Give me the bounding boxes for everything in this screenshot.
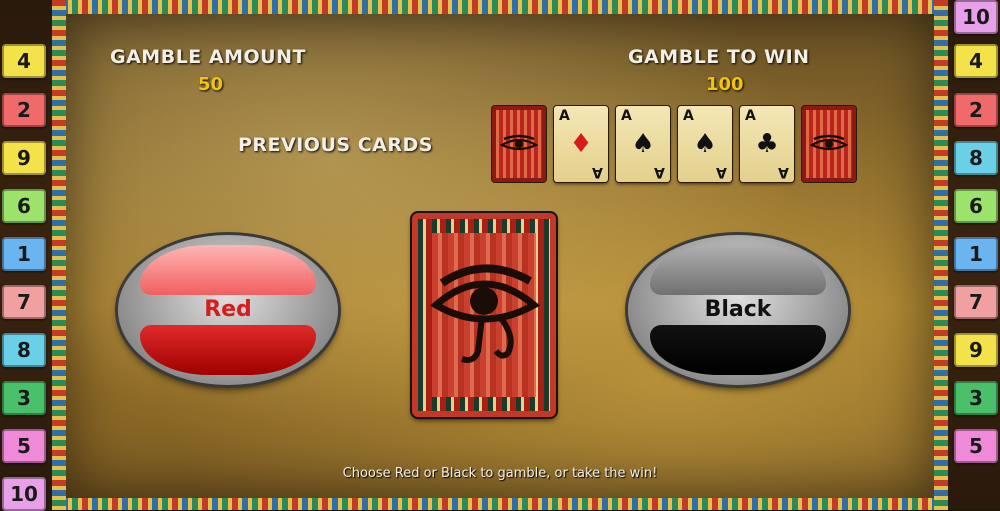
right-line-badge: 7 bbox=[954, 285, 998, 319]
black-button-bottom bbox=[650, 325, 826, 375]
card-rank: A bbox=[559, 108, 570, 124]
black-button-top bbox=[650, 245, 826, 295]
black-button[interactable]: Black bbox=[628, 235, 848, 385]
red-button-label: Red bbox=[204, 297, 252, 322]
left-line-badge: 3 bbox=[2, 381, 46, 415]
card-rank: A bbox=[683, 108, 694, 124]
left-line-badge: 5 bbox=[2, 429, 46, 463]
red-button-bottom bbox=[140, 325, 316, 375]
gamble-to-win-value: 100 bbox=[706, 74, 744, 95]
left-line-badge: 10 bbox=[2, 477, 46, 511]
left-line-badge: 1 bbox=[2, 237, 46, 271]
club-suit-icon: ♣ bbox=[755, 129, 779, 159]
spade-suit-icon: ♠ bbox=[693, 129, 717, 159]
card-rank-bottom: A bbox=[716, 164, 727, 180]
right-line-badge: 5 bbox=[954, 429, 998, 463]
diamond-suit-icon: ♦ bbox=[569, 129, 593, 159]
left-line-badge: 8 bbox=[2, 333, 46, 367]
previous-card: A ♣ A bbox=[740, 106, 794, 182]
right-line-badge: 6 bbox=[954, 189, 998, 223]
current-card bbox=[412, 213, 556, 417]
left-line-badge: 9 bbox=[2, 141, 46, 175]
gamble-amount-label: GAMBLE AMOUNT bbox=[110, 46, 306, 68]
eye-of-horus-icon bbox=[430, 264, 541, 363]
right-line-badge: 3 bbox=[954, 381, 998, 415]
right-line-badge: 4 bbox=[954, 44, 998, 78]
card-rank-bottom: A bbox=[778, 164, 789, 180]
card-rank-bottom: A bbox=[654, 164, 665, 180]
left-line-badge: 2 bbox=[2, 93, 46, 127]
gamble-to-win-label: GAMBLE TO WIN bbox=[628, 46, 810, 68]
right-line-badge: 1 bbox=[954, 237, 998, 271]
gamble-amount-value: 50 bbox=[198, 74, 224, 95]
line-badges-left: 4 2 9 6 1 7 8 3 5 10 bbox=[0, 0, 52, 511]
spade-suit-icon: ♠ bbox=[631, 129, 655, 159]
left-line-badge: 6 bbox=[2, 189, 46, 223]
previous-cards-label: PREVIOUS CARDS bbox=[238, 134, 433, 156]
eye-of-horus-icon bbox=[499, 134, 539, 151]
previous-card bbox=[492, 106, 546, 182]
previous-card: A ♠ A bbox=[678, 106, 732, 182]
card-rank-bottom: A bbox=[592, 164, 603, 180]
red-button-top bbox=[140, 245, 316, 295]
right-line-badge: 8 bbox=[954, 141, 998, 175]
right-line-badge: 9 bbox=[954, 333, 998, 367]
previous-card: A ♠ A bbox=[616, 106, 670, 182]
instruction-message: Choose Red or Black to gamble, or take t… bbox=[342, 466, 658, 481]
left-line-badge: 7 bbox=[2, 285, 46, 319]
previous-card: A ♦ A bbox=[554, 106, 608, 182]
right-line-badge: 10 bbox=[954, 0, 998, 34]
previous-card bbox=[802, 106, 856, 182]
red-button[interactable]: Red bbox=[118, 235, 338, 385]
black-button-label: Black bbox=[704, 297, 772, 322]
left-line-badge: 4 bbox=[2, 44, 46, 78]
eye-of-horus-icon bbox=[809, 134, 849, 151]
card-rank: A bbox=[621, 108, 632, 124]
right-line-badge: 2 bbox=[954, 93, 998, 127]
card-rank: A bbox=[745, 108, 756, 124]
line-badges-right: 10 4 2 8 6 1 7 9 3 5 bbox=[948, 0, 1000, 510]
